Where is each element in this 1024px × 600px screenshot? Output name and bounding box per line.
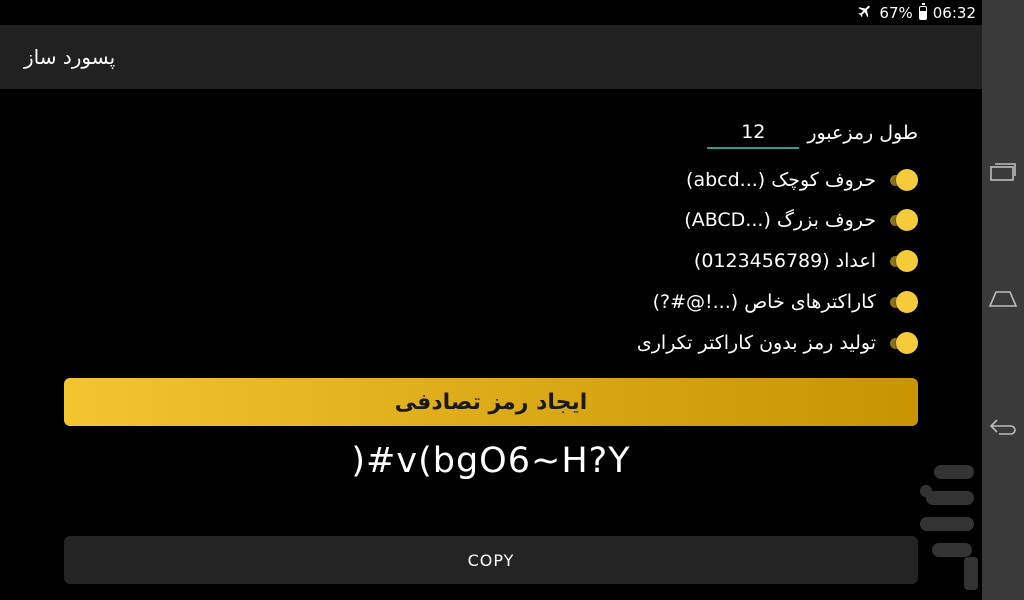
special-chars-switch[interactable] — [886, 291, 918, 313]
option-label: حروف کوچک (...abcd) — [686, 169, 876, 191]
recent-apps-icon[interactable] — [982, 152, 1024, 192]
app-bar: پسورد ساز — [0, 25, 982, 89]
option-uppercase[interactable]: حروف بزرگ (...ABCD) — [684, 205, 918, 235]
option-label: اعداد (0123456789) — [693, 250, 876, 272]
no-repeat-switch[interactable] — [886, 332, 918, 354]
app-logo-icon — [920, 465, 982, 590]
home-icon[interactable] — [982, 279, 1024, 319]
password-length-input[interactable] — [707, 117, 800, 149]
generate-password-button[interactable]: ایجاد رمز تصادفی — [64, 378, 918, 426]
battery-icon — [918, 2, 927, 20]
copy-button-label: COPY — [467, 550, 515, 570]
navigation-bar — [982, 0, 1024, 600]
lowercase-switch[interactable] — [886, 169, 918, 191]
option-label: حروف بزرگ (...ABCD) — [684, 209, 876, 231]
back-icon[interactable] — [982, 407, 1024, 447]
generate-button-label: ایجاد رمز تصادفی — [394, 389, 588, 415]
generated-password: )#v(bgO6~H?Y — [351, 441, 631, 481]
numbers-switch[interactable] — [886, 250, 918, 272]
airplane-mode-icon — [857, 3, 873, 23]
page-title: پسورد ساز — [24, 45, 116, 69]
uppercase-switch[interactable] — [886, 209, 918, 231]
option-special[interactable]: کاراکترهای خاص (...!@#?) — [653, 287, 918, 317]
option-label: تولید رمز بدون کاراکتر تکراری — [636, 332, 876, 354]
copy-button[interactable]: COPY — [64, 536, 918, 584]
clock: 06:32 — [932, 3, 976, 22]
option-label: کاراکترهای خاص (...!@#?) — [652, 291, 876, 313]
main-content: طول رمزعبور حروف کوچک (...abcd) حروف بزر… — [0, 89, 982, 600]
option-numbers[interactable]: اعداد (0123456789) — [694, 246, 918, 276]
password-length-label: طول رمزعبور — [807, 122, 918, 144]
option-no-repeat[interactable]: تولید رمز بدون کاراکتر تکراری — [637, 328, 918, 358]
password-length-row: طول رمزعبور — [707, 117, 918, 149]
option-lowercase[interactable]: حروف کوچک (...abcd) — [686, 165, 918, 195]
status-bar: 67% 06:32 — [0, 0, 982, 25]
battery-percent: 67% — [879, 3, 913, 22]
